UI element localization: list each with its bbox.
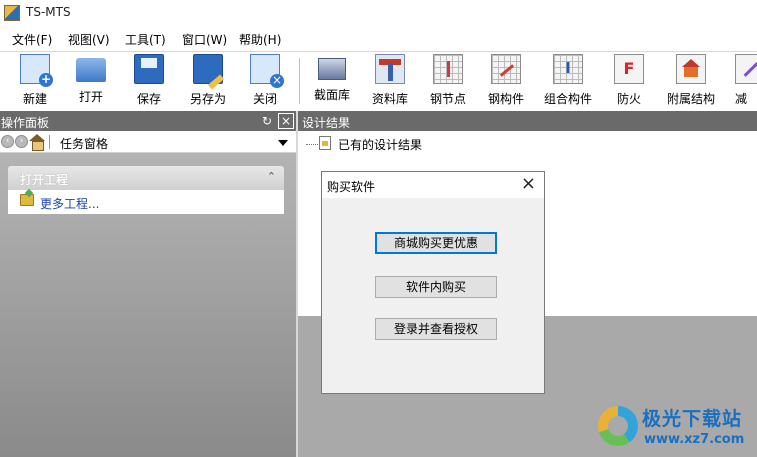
save-as-button-label: 另存为 bbox=[189, 92, 226, 106]
open-project-group: 打开工程 ⌃ 更多工程... bbox=[8, 166, 284, 214]
dialog-title-bar: 购买软件 × bbox=[322, 172, 544, 198]
back-arrow-icon[interactable]: ‹ bbox=[1, 135, 14, 148]
material-library-label: 资料库 bbox=[371, 92, 408, 106]
watermark: 极光下载站 www.xz7.com bbox=[598, 402, 753, 454]
menu-help[interactable]: 帮助(H) bbox=[239, 31, 281, 48]
forward-arrow-icon[interactable]: › bbox=[15, 135, 28, 148]
watermark-title: 极光下载站 bbox=[642, 408, 743, 430]
fireproof-button[interactable]: 防火 bbox=[609, 54, 649, 108]
fireproof-label: 防火 bbox=[616, 92, 641, 106]
operation-panel-body: 打开工程 ⌃ 更多工程... bbox=[0, 153, 296, 457]
tree-item-existing-results[interactable]: 已有的设计结果 bbox=[338, 136, 422, 153]
section-library-button[interactable]: 截面库 bbox=[309, 54, 355, 108]
buy-in-app-button[interactable]: 软件内购买 bbox=[375, 276, 497, 298]
material-library-button[interactable]: 资料库 bbox=[367, 54, 413, 108]
composite-member-icon bbox=[553, 54, 583, 84]
open-project-group-header[interactable]: 打开工程 ⌃ bbox=[8, 166, 284, 190]
open-project-group-body: 更多工程... bbox=[8, 190, 284, 214]
close-button-label: 关闭 bbox=[252, 92, 277, 106]
toolbar-separator bbox=[299, 58, 300, 104]
reduce-label: 减 bbox=[735, 92, 748, 106]
steel-member-icon bbox=[491, 54, 521, 84]
steel-joint-label: 钢节点 bbox=[429, 92, 466, 106]
new-button[interactable]: 新建 bbox=[14, 54, 56, 108]
open-folder-icon bbox=[76, 58, 106, 82]
open-project-title: 打开工程 bbox=[20, 173, 69, 187]
watermark-logo-icon bbox=[598, 406, 638, 446]
close-file-icon bbox=[250, 54, 284, 88]
close-icon[interactable]: × bbox=[278, 113, 294, 129]
menu-file[interactable]: 文件(F) bbox=[12, 31, 52, 48]
home-icon[interactable] bbox=[29, 134, 45, 151]
close-icon[interactable]: × bbox=[521, 175, 536, 193]
menu-window[interactable]: 窗口(W) bbox=[182, 31, 227, 48]
tree-connector bbox=[306, 144, 318, 145]
menu-bar: 文件(F) 视图(V) 工具(T) 窗口(W) 帮助(H) bbox=[0, 28, 757, 50]
watermark-url: www.xz7.com bbox=[644, 432, 745, 447]
menu-tools[interactable]: 工具(T) bbox=[125, 31, 166, 48]
auxiliary-structure-icon bbox=[676, 54, 706, 84]
save-as-icon bbox=[193, 54, 223, 84]
section-library-label: 截面库 bbox=[313, 88, 350, 102]
open-button-label: 打开 bbox=[78, 90, 103, 104]
task-pane-label: 任务窗格 bbox=[60, 137, 109, 151]
chevron-down-icon[interactable] bbox=[278, 140, 288, 146]
menu-view[interactable]: 视图(V) bbox=[68, 31, 110, 48]
divider bbox=[49, 135, 50, 149]
window-title: TS-MTS bbox=[26, 5, 71, 19]
material-library-icon bbox=[375, 54, 405, 84]
open-button[interactable]: 打开 bbox=[70, 54, 112, 108]
composite-member-button[interactable]: 组合构件 bbox=[541, 54, 595, 108]
save-as-button[interactable]: 另存为 bbox=[184, 54, 232, 108]
collapse-icon[interactable]: ⌃ bbox=[267, 170, 276, 183]
login-view-license-button[interactable]: 登录并查看授权 bbox=[375, 318, 497, 340]
buy-in-store-button[interactable]: 商城购买更优惠 bbox=[375, 232, 497, 254]
app-logo-icon bbox=[4, 5, 20, 21]
steel-joint-icon bbox=[433, 54, 463, 84]
steel-member-button[interactable]: 钢构件 bbox=[483, 54, 529, 108]
document-icon bbox=[319, 136, 331, 150]
pin-icon[interactable]: ↻ bbox=[260, 114, 274, 128]
new-file-icon bbox=[20, 54, 53, 87]
toolbar: 新建 打开 保存 另存为 关闭 截面库 资料库 钢节点 钢构件 组合构件 防火 bbox=[0, 51, 757, 109]
close-button[interactable]: 关闭 bbox=[244, 54, 286, 108]
auxiliary-structure-button[interactable]: 附属结构 bbox=[664, 54, 718, 108]
folder-open-icon bbox=[20, 194, 34, 206]
more-projects-link[interactable]: 更多工程... bbox=[40, 195, 99, 212]
save-icon bbox=[134, 54, 164, 84]
purchase-dialog: 购买软件 × 商城购买更优惠 软件内购买 登录并查看授权 bbox=[321, 171, 545, 394]
design-results-header: 设计结果 bbox=[298, 111, 757, 131]
task-pane-bar: ‹ › 任务窗格 bbox=[0, 131, 296, 153]
save-button-label: 保存 bbox=[136, 92, 161, 106]
fireproof-icon bbox=[614, 54, 644, 84]
operation-panel-header: 操作面板 ↻ × bbox=[0, 111, 296, 131]
section-library-icon bbox=[318, 58, 346, 80]
new-button-label: 新建 bbox=[22, 92, 47, 106]
auxiliary-structure-label: 附属结构 bbox=[666, 92, 715, 106]
composite-member-label: 组合构件 bbox=[543, 92, 592, 106]
operation-panel-title: 操作面板 bbox=[1, 116, 50, 130]
reduce-button[interactable]: 减 bbox=[735, 54, 757, 108]
dialog-title: 购买软件 bbox=[327, 180, 376, 194]
steel-joint-button[interactable]: 钢节点 bbox=[425, 54, 471, 108]
reduce-icon bbox=[735, 54, 757, 84]
steel-member-label: 钢构件 bbox=[487, 92, 524, 106]
save-button[interactable]: 保存 bbox=[128, 54, 170, 108]
title-bar: TS-MTS bbox=[0, 0, 757, 26]
design-results-title: 设计结果 bbox=[302, 116, 351, 130]
